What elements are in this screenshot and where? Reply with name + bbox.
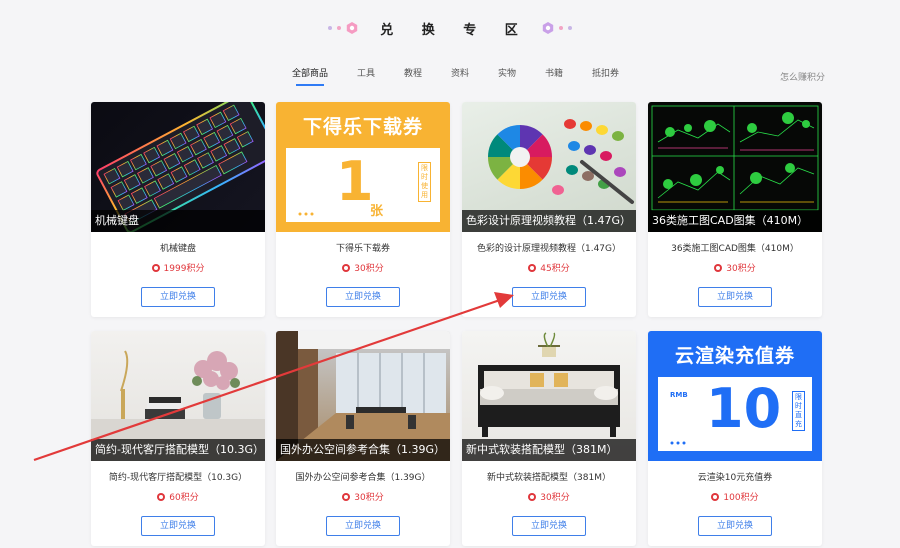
points-value: 30积分 (354, 493, 384, 503)
points-coin-icon (528, 263, 537, 272)
product-points: 45积分 (462, 261, 636, 274)
points-value: 100积分 (723, 493, 759, 503)
points-value: 30积分 (354, 264, 384, 274)
title-decoration-right (542, 22, 572, 34)
product-points: 30积分 (276, 261, 450, 274)
coupon-unit: 张 (370, 204, 384, 219)
points-coin-icon (342, 263, 351, 272)
points-coin-icon (714, 263, 723, 272)
redeem-button[interactable]: 立即兑换 (698, 516, 772, 536)
product-card[interactable]: 36类施工图CAD图集（410M） 36类施工图CAD图集（410M） 30积分… (648, 102, 822, 317)
product-card[interactable]: 色彩设计原理视频教程（1.47G） 色彩的设计原理视频教程（1.47G） 45积… (462, 102, 636, 317)
product-image[interactable]: 下得乐下载券 1 张 限时使用 (276, 102, 450, 232)
coupon-number: 1 (336, 150, 374, 213)
points-coin-icon (528, 492, 537, 501)
product-card[interactable]: 新中式软装搭配模型（381M） 新中式软装搭配模型（381M） 30积分 立即兑… (462, 331, 636, 546)
product-name[interactable]: 国外办公空间参考合集（1.39G） (276, 470, 450, 483)
product-points: 1999积分 (91, 261, 265, 274)
points-value: 30积分 (726, 264, 756, 274)
points-coin-icon (151, 263, 160, 272)
coupon-tag: 限时使用 (418, 162, 431, 202)
coupon-title: 下得乐下载券 (302, 116, 423, 138)
product-name[interactable]: 简约-现代客厅搭配模型（10.3G） (91, 470, 265, 483)
product-image[interactable]: 机械键盘 (91, 102, 265, 232)
points-coin-icon (342, 492, 351, 501)
points-coin-icon (711, 492, 720, 501)
product-name[interactable]: 色彩的设计原理视频教程（1.47G） (462, 241, 636, 254)
coupon-dots-icon (670, 441, 686, 445)
product-image[interactable]: 国外办公空间参考合集（1.39G） (276, 331, 450, 461)
coupon-dots-icon (298, 212, 314, 216)
decor-dot-icon (558, 26, 563, 30)
product-caption: 机械键盘 (91, 210, 265, 232)
tab-physical-goods[interactable]: 实物 (498, 66, 516, 79)
tab-coupons[interactable]: 抵扣券 (592, 66, 619, 79)
product-points: 60积分 (91, 490, 265, 503)
product-points: 30积分 (462, 490, 636, 503)
decor-dot-icon (337, 26, 342, 30)
tab-all-products[interactable]: 全部商品 (292, 66, 328, 86)
redeem-button[interactable]: 立即兑换 (326, 287, 400, 307)
product-name[interactable]: 机械键盘 (91, 241, 265, 254)
product-card[interactable]: 下得乐下载券 1 张 限时使用 下得乐下载券 30积分 立即兑换 (276, 102, 450, 317)
product-name[interactable]: 36类施工图CAD图集（410M） (648, 241, 822, 254)
product-caption: 新中式软装搭配模型（381M） (462, 439, 636, 461)
product-points: 30积分 (276, 490, 450, 503)
coupon-unit: RMB (670, 391, 688, 399)
tab-materials[interactable]: 资料 (451, 66, 469, 79)
product-card[interactable]: 国外办公空间参考合集（1.39G） 国外办公空间参考合集（1.39G） 30积分… (276, 331, 450, 546)
coupon-tag: 限时直充 (792, 391, 805, 431)
tab-tutorials[interactable]: 教程 (404, 66, 422, 79)
product-points: 30积分 (648, 261, 822, 274)
redeem-button[interactable]: 立即兑换 (698, 287, 772, 307)
coupon-number: 10 (706, 377, 782, 440)
product-name[interactable]: 云渲染10元充值券 (648, 470, 822, 483)
product-card[interactable]: 云渲染充值券 RMB 10 限时直充 云渲染10元充值券 100积分 立即兑换 (648, 331, 822, 546)
points-coin-icon (157, 492, 166, 501)
product-card[interactable]: 简约-现代客厅搭配模型（10.3G） 简约-现代客厅搭配模型（10.3G） 60… (91, 331, 265, 546)
coupon-title: 云渲染充值券 (674, 345, 795, 367)
category-tabs: 全部商品 工具 教程 资料 实物 书籍 抵扣券 (0, 66, 900, 86)
redeem-button[interactable]: 立即兑换 (512, 516, 586, 536)
section-header: 兑 换 专 区 (0, 18, 900, 38)
product-image[interactable]: 简约-现代客厅搭配模型（10.3G） (91, 331, 265, 461)
decor-dot-icon (567, 26, 572, 30)
title-decoration-left (328, 22, 358, 34)
product-caption: 国外办公空间参考合集（1.39G） (276, 439, 450, 461)
product-points: 100积分 (648, 490, 822, 503)
product-caption: 色彩设计原理视频教程（1.47G） (462, 210, 636, 232)
product-card[interactable]: 机械键盘 机械键盘 1999积分 立即兑换 (91, 102, 265, 317)
hexagon-icon (347, 22, 358, 34)
product-caption: 简约-现代客厅搭配模型（10.3G） (91, 439, 265, 461)
how-to-earn-points-link[interactable]: 怎么赚积分 (780, 70, 825, 83)
product-caption: 36类施工图CAD图集（410M） (648, 210, 822, 232)
redeem-button[interactable]: 立即兑换 (512, 287, 586, 307)
decor-dot-icon (328, 26, 333, 30)
tab-tools[interactable]: 工具 (357, 66, 375, 79)
product-image[interactable]: 36类施工图CAD图集（410M） (648, 102, 822, 232)
section-title: 兑 换 专 区 (380, 22, 530, 38)
product-image[interactable]: 新中式软装搭配模型（381M） (462, 331, 636, 461)
points-value: 60积分 (169, 493, 199, 503)
coupon-panel: 1 张 限时使用 (286, 148, 440, 222)
product-image[interactable]: 云渲染充值券 RMB 10 限时直充 (648, 331, 822, 461)
redeem-button[interactable]: 立即兑换 (141, 516, 215, 536)
coupon-panel: RMB 10 限时直充 (658, 377, 812, 451)
redeem-button[interactable]: 立即兑换 (326, 516, 400, 536)
product-image[interactable]: 色彩设计原理视频教程（1.47G） (462, 102, 636, 232)
product-name[interactable]: 新中式软装搭配模型（381M） (462, 470, 636, 483)
points-value: 1999积分 (163, 264, 205, 274)
points-value: 30积分 (540, 493, 570, 503)
redeem-button[interactable]: 立即兑换 (141, 287, 215, 307)
points-value: 45积分 (540, 264, 570, 274)
product-name[interactable]: 下得乐下载券 (276, 241, 450, 254)
tab-books[interactable]: 书籍 (545, 66, 563, 79)
hexagon-icon (542, 22, 553, 34)
